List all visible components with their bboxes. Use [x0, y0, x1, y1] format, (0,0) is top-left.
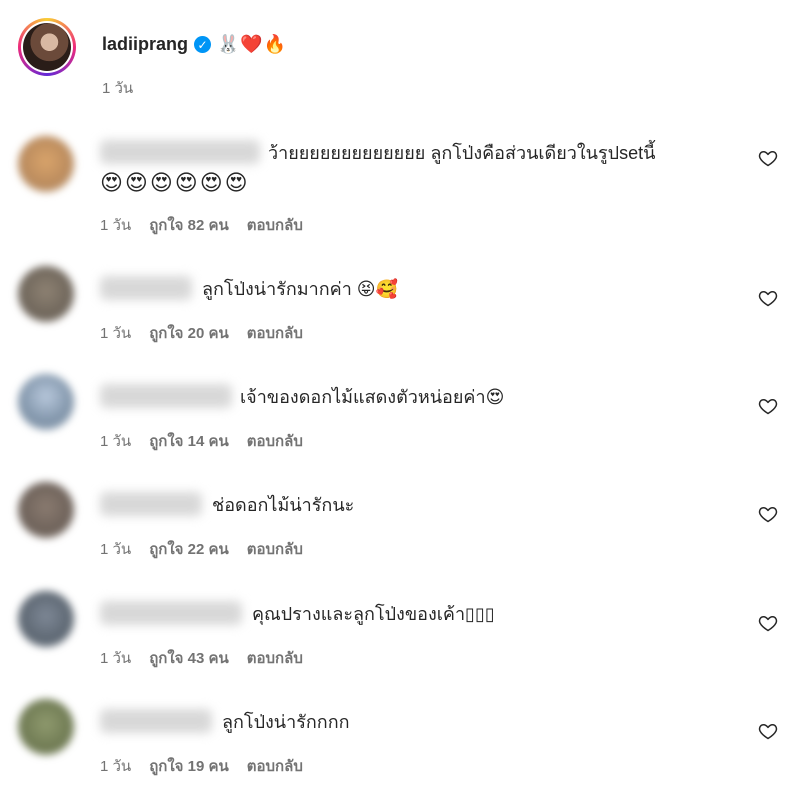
comment-item: เจ้าของดอกไม้แสดงตัวหน่อยค่า😍 1 วัน ถูกใ…	[18, 374, 782, 454]
comment-timestamp: 1 วัน	[100, 541, 132, 558]
owner-username[interactable]: ladiiprang	[102, 34, 188, 55]
comment-item: คุณปรางและลูกโป่งของเค้า▯▯▯ 1 วัน ถูกใจ …	[18, 591, 782, 671]
commenter-avatar[interactable]	[18, 591, 74, 647]
comment-text: คุณปรางและลูกโป่งของเค้า▯▯▯	[252, 604, 495, 624]
commenter-username[interactable]	[100, 276, 192, 300]
comment-timestamp: 1 วัน	[100, 758, 132, 775]
like-heart-icon[interactable]	[758, 148, 778, 168]
commenter-avatar[interactable]	[18, 482, 74, 538]
comment-timestamp: 1 วัน	[100, 325, 132, 342]
comment-item: ช่อดอกไม้น่ารักนะ 1 วัน ถูกใจ 22 คน ตอบก…	[18, 482, 782, 562]
like-heart-icon[interactable]	[758, 396, 778, 416]
reply-button[interactable]: ตอบกลับ	[247, 754, 303, 778]
owner-caption-line: ladiiprang ✓ 🐰❤️🔥	[102, 34, 287, 55]
comment-item: ว้ายยยยยยยยยยยยย ลูกโป่งคือส่วนเดียวในรู…	[18, 130, 782, 240]
owner-avatar[interactable]	[18, 18, 76, 76]
reply-button[interactable]: ตอบกลับ	[247, 429, 303, 453]
owner-caption-emoji: 🐰❤️🔥	[217, 34, 288, 54]
commenter-avatar[interactable]	[18, 266, 74, 322]
comment-text: ลูกโป่งน่ารักมากค่า 😝🥰	[202, 279, 398, 299]
comment-like-count[interactable]: ถูกใจ 43 คน	[149, 646, 229, 670]
comment-like-count[interactable]: ถูกใจ 82 คน	[149, 213, 229, 237]
commenter-avatar[interactable]	[18, 136, 74, 192]
like-heart-icon[interactable]	[758, 504, 778, 524]
comment-like-count[interactable]: ถูกใจ 22 คน	[149, 537, 229, 561]
reply-button[interactable]: ตอบกลับ	[247, 321, 303, 345]
comment-item: ลูกโป่งน่ารักกกก 1 วัน ถูกใจ 19 คน ตอบกล…	[18, 699, 782, 779]
post-owner-header: ladiiprang ✓ 🐰❤️🔥 1 วัน	[18, 18, 778, 98]
comment-timestamp: 1 วัน	[100, 217, 132, 234]
comment-like-count[interactable]: ถูกใจ 14 คน	[149, 429, 229, 453]
reply-button[interactable]: ตอบกลับ	[247, 646, 303, 670]
comment-meta: 1 วัน ถูกใจ 43 คน ตอบกลับ	[100, 646, 303, 670]
comment-meta: 1 วัน ถูกใจ 22 คน ตอบกลับ	[100, 537, 303, 561]
like-heart-icon[interactable]	[758, 613, 778, 633]
comment-timestamp: 1 วัน	[100, 650, 132, 667]
comment-text: ว้ายยยยยยยยยยยยย ลูกโป่งคือส่วนเดียวในรู…	[268, 143, 656, 163]
comment-emoji-line: 😍😍😍😍😍😍	[100, 170, 250, 195]
comment-meta: 1 วัน ถูกใจ 14 คน ตอบกลับ	[100, 429, 303, 453]
comment-timestamp: 1 วัน	[100, 433, 132, 450]
commenter-username[interactable]	[100, 140, 260, 164]
commenter-username[interactable]	[100, 384, 232, 408]
comment-like-count[interactable]: ถูกใจ 20 คน	[149, 321, 229, 345]
like-heart-icon[interactable]	[758, 721, 778, 741]
comment-text: ช่อดอกไม้น่ารักนะ	[212, 495, 355, 515]
comment-meta: 1 วัน ถูกใจ 82 คน ตอบกลับ	[100, 213, 303, 237]
commenter-avatar[interactable]	[18, 374, 74, 430]
commenter-avatar[interactable]	[18, 699, 74, 755]
comment-item: ลูกโป่งน่ารักมากค่า 😝🥰 1 วัน ถูกใจ 20 คน…	[18, 266, 782, 346]
comment-text: ลูกโป่งน่ารักกกก	[222, 712, 350, 732]
reply-button[interactable]: ตอบกลับ	[247, 213, 303, 237]
reply-button[interactable]: ตอบกลับ	[247, 537, 303, 561]
owner-timestamp: 1 วัน	[102, 80, 134, 97]
comment-meta: 1 วัน ถูกใจ 20 คน ตอบกลับ	[100, 321, 303, 345]
commenter-username[interactable]	[100, 492, 202, 516]
commenter-username[interactable]	[100, 601, 242, 625]
comment-meta: 1 วัน ถูกใจ 19 คน ตอบกลับ	[100, 754, 303, 778]
commenter-username[interactable]	[100, 709, 212, 733]
verified-badge-icon: ✓	[194, 36, 212, 53]
comment-like-count[interactable]: ถูกใจ 19 คน	[149, 754, 229, 778]
like-heart-icon[interactable]	[758, 288, 778, 308]
comment-text: เจ้าของดอกไม้แสดงตัวหน่อยค่า😍	[240, 387, 505, 407]
